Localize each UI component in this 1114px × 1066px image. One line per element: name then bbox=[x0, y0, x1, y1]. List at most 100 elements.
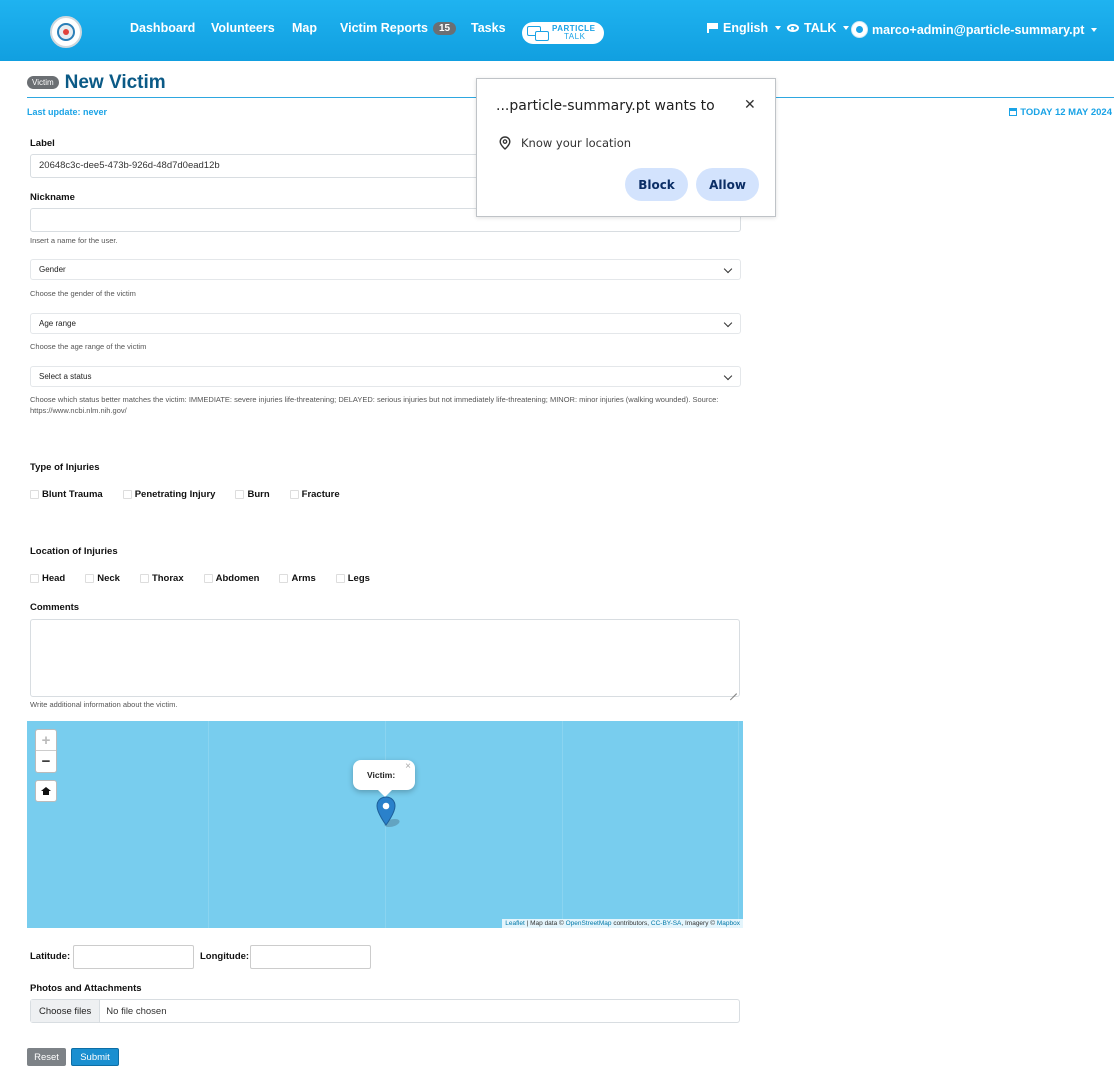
permission-request-text: Know your location bbox=[521, 136, 632, 150]
latitude-input[interactable] bbox=[73, 945, 194, 969]
comments-textarea[interactable] bbox=[30, 619, 740, 697]
nav-map[interactable]: Map bbox=[292, 21, 317, 35]
nickname-label: Nickname bbox=[30, 192, 75, 203]
checkbox-box[interactable] bbox=[203, 574, 213, 583]
latitude-label: Latitude: bbox=[30, 951, 71, 962]
checkbox-head[interactable]: Head bbox=[30, 573, 65, 584]
status-select[interactable]: Select a status bbox=[30, 366, 741, 387]
gender-help-text: Choose the gender of the victim bbox=[30, 289, 136, 298]
talk-menu[interactable]: TALK bbox=[787, 21, 850, 35]
nav-dashboard[interactable]: Dashboard bbox=[130, 21, 195, 35]
map-tile-seam bbox=[208, 721, 209, 928]
zoom-in-button[interactable]: + bbox=[36, 730, 56, 751]
map-marker-icon[interactable] bbox=[376, 796, 396, 826]
checkbox-box[interactable] bbox=[289, 490, 299, 499]
app-logo[interactable] bbox=[50, 16, 82, 48]
map-tile-seam bbox=[738, 721, 739, 928]
victim-reports-count-badge: 15 bbox=[433, 22, 457, 35]
checkbox-box[interactable] bbox=[30, 574, 39, 583]
checkbox-arms[interactable]: Arms bbox=[279, 573, 316, 584]
attachments-label: Photos and Attachments bbox=[30, 983, 142, 994]
label-field-label: Label bbox=[30, 138, 55, 149]
marker-popup: Victim: × bbox=[353, 760, 415, 797]
close-icon[interactable]: ✕ bbox=[744, 97, 756, 113]
checkbox-label: Head bbox=[42, 573, 66, 584]
checkbox-label: Thorax bbox=[151, 573, 184, 584]
checkbox-label: Legs bbox=[347, 573, 370, 584]
allow-button[interactable]: Allow bbox=[696, 168, 759, 201]
license-link[interactable]: CC-BY-SA bbox=[651, 920, 681, 927]
avatar bbox=[851, 21, 868, 38]
attribution-text: , Imagery © bbox=[681, 920, 717, 927]
mapbox-link[interactable]: Mapbox bbox=[717, 920, 740, 927]
today-date-text: TODAY 12 MAY 2024 bbox=[1020, 107, 1112, 118]
chevron-down-icon bbox=[723, 371, 733, 381]
checkbox-penetrating-injury[interactable]: Penetrating Injury bbox=[122, 489, 216, 500]
age-range-select[interactable]: Age range bbox=[30, 313, 741, 334]
checkbox-thorax[interactable]: Thorax bbox=[139, 573, 184, 584]
attribution-text: contributors, bbox=[611, 920, 651, 927]
victim-tag-badge: Victim bbox=[27, 76, 59, 89]
checkbox-box[interactable] bbox=[235, 490, 245, 499]
status-help-text: Choose which status better matches the v… bbox=[30, 395, 719, 415]
user-email: marco+admin@particle-summary.pt bbox=[872, 23, 1085, 37]
checkbox-legs[interactable]: Legs bbox=[335, 573, 370, 584]
resize-handle-icon[interactable] bbox=[730, 687, 737, 694]
submit-button[interactable]: Submit bbox=[71, 1048, 119, 1066]
zoom-control: + − bbox=[35, 729, 57, 773]
gender-select[interactable]: Gender bbox=[30, 259, 741, 280]
flag-icon bbox=[707, 23, 718, 33]
last-update-text: Last update: never bbox=[27, 107, 108, 117]
home-icon bbox=[41, 787, 51, 795]
particle-talk-logo[interactable]: PARTICLE TALK bbox=[522, 22, 604, 44]
chevron-down-icon bbox=[723, 264, 733, 274]
nav-victim-reports[interactable]: Victim Reports 15 bbox=[340, 21, 457, 35]
nav-victim-reports-label: Victim Reports bbox=[340, 21, 428, 35]
location-pin-icon bbox=[499, 136, 511, 150]
leaflet-link[interactable]: Leaflet bbox=[505, 920, 525, 927]
navbar: Dashboard Volunteers Map Victim Reports 1… bbox=[0, 0, 1114, 61]
location-map[interactable]: + − Victim: × Leaflet | Map data © OpenS… bbox=[27, 721, 743, 928]
injury-types-label: Type of Injuries bbox=[30, 462, 100, 473]
popup-close-icon[interactable]: × bbox=[405, 761, 411, 772]
openstreetmap-link[interactable]: OpenStreetMap bbox=[566, 920, 612, 927]
nav-volunteers[interactable]: Volunteers bbox=[211, 21, 275, 35]
user-menu[interactable]: marco+admin@particle-summary.pt bbox=[851, 21, 1098, 38]
caret-down-icon bbox=[843, 26, 850, 30]
zoom-out-button[interactable]: − bbox=[36, 751, 56, 772]
checkbox-box[interactable] bbox=[122, 490, 132, 499]
caret-down-icon bbox=[775, 26, 782, 30]
popup-text: Victim: bbox=[367, 770, 396, 780]
checkbox-box[interactable] bbox=[279, 574, 289, 583]
longitude-label: Longitude: bbox=[200, 951, 250, 962]
checkbox-fracture[interactable]: Fracture bbox=[289, 489, 340, 500]
age-range-select-value: Age range bbox=[39, 319, 76, 328]
checkbox-box[interactable] bbox=[85, 574, 95, 583]
comments-help-text: Write additional information about the v… bbox=[30, 700, 178, 709]
block-button[interactable]: Block bbox=[625, 168, 688, 201]
comments-label: Comments bbox=[30, 602, 80, 613]
map-home-button[interactable] bbox=[35, 780, 57, 802]
checkbox-label: Penetrating Injury bbox=[134, 489, 216, 500]
checkbox-box[interactable] bbox=[139, 574, 149, 583]
injury-locations-label: Location of Injuries bbox=[30, 546, 118, 557]
map-tile-seam bbox=[562, 721, 563, 928]
reset-button[interactable]: Reset bbox=[27, 1048, 66, 1066]
age-range-help-text: Choose the age range of the victim bbox=[30, 342, 147, 351]
language-menu[interactable]: English bbox=[707, 21, 782, 35]
longitude-input[interactable] bbox=[250, 945, 371, 969]
choose-files-button[interactable]: Choose files bbox=[31, 1000, 101, 1022]
brand-logo-subtext: TALK bbox=[564, 32, 586, 41]
checkbox-burn[interactable]: Burn bbox=[235, 489, 270, 500]
checkbox-label: Arms bbox=[291, 573, 316, 584]
injury-types-group: Blunt Trauma Penetrating Injury Burn Fra… bbox=[30, 489, 360, 500]
checkbox-neck[interactable]: Neck bbox=[85, 573, 120, 584]
calendar-icon bbox=[1009, 108, 1018, 116]
checkbox-blunt-trauma[interactable]: Blunt Trauma bbox=[30, 489, 103, 500]
nav-tasks[interactable]: Tasks bbox=[471, 21, 506, 35]
checkbox-abdomen[interactable]: Abdomen bbox=[203, 573, 259, 584]
checkbox-box[interactable] bbox=[30, 490, 39, 499]
checkbox-box[interactable] bbox=[335, 574, 345, 583]
file-upload-input[interactable]: Choose files No file chosen bbox=[30, 999, 740, 1023]
file-status-text: No file chosen bbox=[106, 1005, 167, 1017]
